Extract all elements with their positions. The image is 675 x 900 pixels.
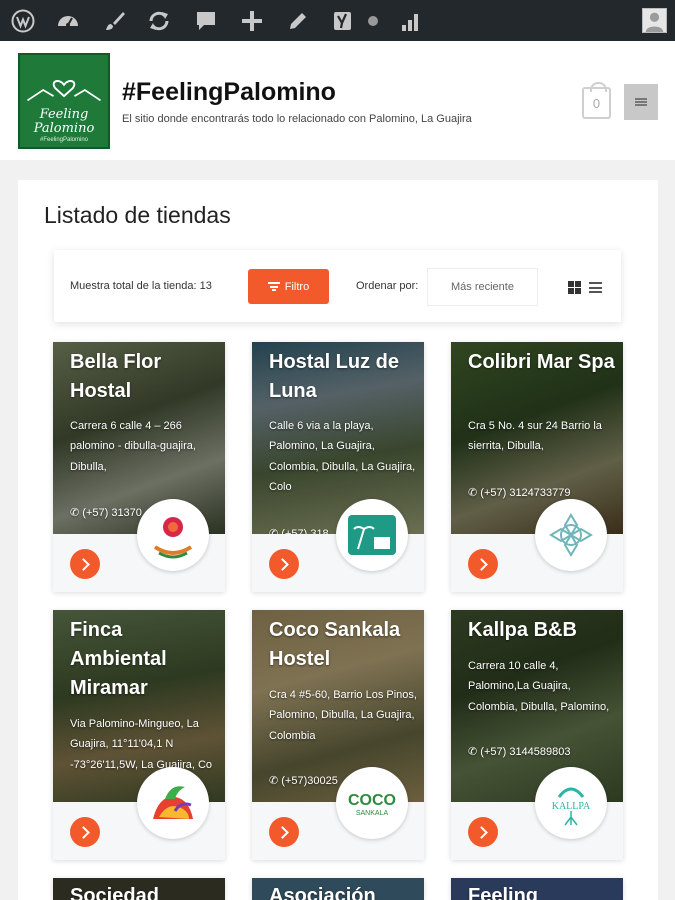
colibri-mar-logo [549,513,593,557]
store-logo [535,499,607,571]
visit-store-button[interactable] [468,817,498,847]
svg-text:COCO: COCO [348,792,396,809]
new-plus-icon[interactable] [239,8,265,34]
svg-text:KALLPA: KALLPA [552,801,591,812]
customize-brush-icon[interactable] [102,8,128,34]
filter-icon [267,282,280,291]
visit-store-button[interactable] [269,817,299,847]
cart-count: 0 [592,95,601,111]
store-name[interactable]: Kallpa B&B [468,616,618,645]
site-description: El sitio donde encontrarás todo lo relac… [122,113,472,125]
filter-label: Filtro [284,280,310,293]
kallpa-logo: KALLPA [552,787,591,826]
store-name[interactable]: Bella Flor Hostal [70,348,220,406]
dashboard-icon[interactable] [55,8,81,34]
phone-icon: ✆ [468,746,481,758]
visit-store-button[interactable] [269,549,299,579]
visit-store-button[interactable] [70,817,100,847]
store-address: Via Palomino-Mingueo, La Guajira, 11°11'… [70,718,213,771]
bella-flor-logo [153,517,193,559]
logo-tagline: #FeelingPalomino [39,137,89,143]
stats-icon[interactable] [398,8,424,34]
edit-pencil-icon[interactable] [285,8,311,34]
store-name[interactable]: Asociación [269,882,419,900]
coco-sankala-logo: COCOSANKALA [348,792,396,817]
store-phone: ✆ (+57) 31370 [70,507,142,519]
updates-icon[interactable] [146,8,172,34]
site-logo[interactable]: Feeling Palomino #FeelingPalomino [18,53,110,149]
store-card[interactable]: Coco Sankala Hostel Cra 4 #5-60, Barrio … [252,610,424,860]
sort-label: Ordenar por: [356,280,419,292]
store-logo: COCO SANKALA [336,767,408,839]
store-card[interactable]: Feeling [451,878,623,900]
wordpress-icon[interactable] [10,8,36,34]
site-header: Feeling Palomino #FeelingPalomino #Feeli… [0,41,675,160]
admin-bar [0,0,675,41]
svg-text:SANKALA: SANKALA [356,810,389,817]
phone-icon: ✆ [70,507,83,519]
store-address: Carrera 10 calle 4, Palomino,La Guajira,… [468,660,610,713]
store-address: Cra 4 #5-60, Barrio Los Pinos, Palomino,… [269,689,417,742]
luz-de-luna-logo [348,515,396,555]
store-card[interactable]: Bella Flor Hostal Carrera 6 calle 4 – 26… [53,342,225,592]
store-phone: ✆ (+57)30025 [269,775,338,787]
store-logo [336,499,408,571]
store-toolbar: Muestra total de la tienda: 13 Filtro Or… [54,250,621,322]
store-phone: ✆ (+57) 3144589803 [468,746,571,758]
store-card[interactable]: Colibri Mar Spa Cra 5 No. 4 sur 24 Barri… [451,342,623,592]
user-avatar-icon[interactable] [642,8,667,33]
comments-icon[interactable] [193,8,219,34]
store-card[interactable]: Sociedad [53,878,225,900]
visit-store-button[interactable] [70,549,100,579]
menu-icon [635,98,647,106]
store-card[interactable]: Kallpa B&B Carrera 10 calle 4, Palomino,… [451,610,623,860]
store-logo [137,499,209,571]
store-logo: KALLPA [535,767,607,839]
store-name[interactable]: Hostal Luz de Luna [269,348,419,406]
cart-button[interactable]: 0 [582,82,611,119]
logo-line1: Feeling [39,107,89,122]
visit-store-button[interactable] [468,549,498,579]
store-name[interactable]: Feeling [468,882,618,900]
grid-view-icon[interactable] [568,281,581,294]
store-name[interactable]: Finca Ambiental Miramar [70,616,220,703]
menu-toggle-button[interactable] [624,84,658,120]
phone-icon: ✆ [269,775,282,787]
site-title[interactable]: #FeelingPalomino [122,78,336,107]
logo-line2: Palomino [33,121,95,136]
store-name[interactable]: Colibri Mar Spa [468,348,618,377]
logo-text: Feeling Palomino [34,108,95,136]
sort-select[interactable]: Más reciente [427,268,538,306]
status-dot-icon [360,8,386,34]
miramar-logo [153,786,193,819]
list-view-icon[interactable] [589,282,602,293]
store-name[interactable]: Sociedad [70,882,220,900]
store-total-count: Muestra total de la tienda: 13 [70,280,212,292]
store-logo [137,767,209,839]
store-address: Calle 6 via a la playa, Palomino, La Gua… [269,420,416,494]
yoast-seo-icon[interactable] [330,8,356,34]
store-card[interactable]: Asociación [252,878,424,900]
store-address: Cra 5 No. 4 sur 24 Barrio la sierrita, D… [468,420,602,453]
store-card[interactable]: Finca Ambiental Miramar Via Palomino-Min… [53,610,225,860]
hands-heart-icon [26,80,102,102]
page-title: Listado de tiendas [44,202,231,228]
phone-icon: ✆ [468,487,481,499]
filter-button[interactable]: Filtro [248,269,329,304]
store-address: Carrera 6 calle 4 – 266 palomino - dibul… [70,420,196,473]
store-card[interactable]: Hostal Luz de Luna Calle 6 via a la play… [252,342,424,592]
store-name[interactable]: Coco Sankala Hostel [269,616,419,674]
store-phone: ✆ (+57) 3124733779 [468,487,571,499]
